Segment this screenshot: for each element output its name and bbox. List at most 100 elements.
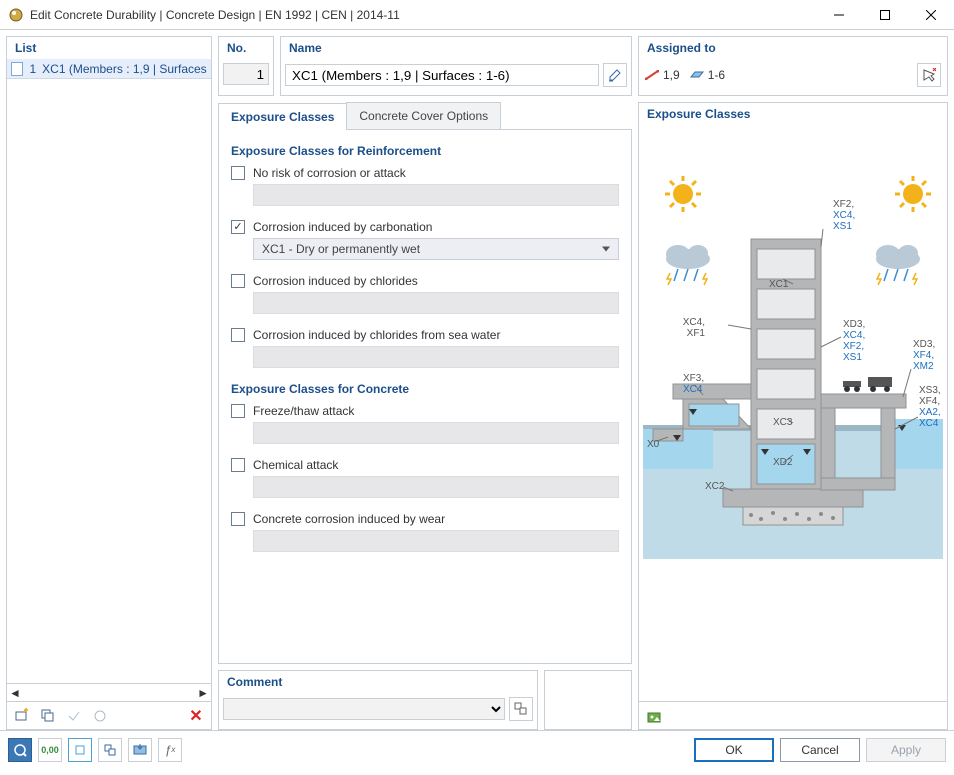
name-input[interactable] [285,64,599,86]
chk-wear[interactable] [231,512,245,526]
svg-text:XC1: XC1 [769,279,789,290]
btn-5[interactable] [128,738,152,762]
svg-text:XC4: XC4 [919,418,939,429]
name-panel: Name [280,36,632,96]
tab-exposure-classes[interactable]: Exposure Classes [218,103,347,130]
close-button[interactable] [908,0,954,30]
list-row-index: 1 [29,62,36,76]
exposure-classes-form: Exposure Classes for Reinforcement No ri… [218,130,632,664]
maximize-button[interactable] [862,0,908,30]
svg-text:XD3,: XD3, [913,339,935,350]
field-chlorides [253,292,619,314]
lbl-no-risk: No risk of corrosion or attack [253,166,406,180]
scroll-left-icon[interactable]: ◄ [9,686,21,700]
no-input[interactable] [223,63,269,85]
field-chlorides-sea [253,346,619,368]
svg-text:XM2: XM2 [913,361,934,372]
tab-concrete-cover-options[interactable]: Concrete Cover Options [346,102,501,129]
apply-button: Apply [866,738,946,762]
field-wear [253,530,619,552]
svg-text:XC4,: XC4, [843,330,865,341]
name-header: Name [281,37,631,59]
svg-text:XF3,: XF3, [683,373,704,384]
lbl-chemical: Chemical attack [253,458,338,472]
svg-text:XF4,: XF4, [913,350,934,361]
chk-chlorides[interactable] [231,274,245,288]
list-toolbar: ✕ [7,701,211,729]
svg-text:XD3,: XD3, [843,319,865,330]
svg-text:XS3,: XS3, [919,385,941,396]
svg-text:XA2,: XA2, [919,407,941,418]
assigned-members: 1,9 [645,68,680,82]
comment-select[interactable] [223,698,505,720]
chk-freeze[interactable] [231,404,245,418]
field-chemical [253,476,619,498]
dialog-bottom-bar: 0,00 ƒx OK Cancel Apply [0,730,954,768]
chk-chlorides-sea[interactable] [231,328,245,342]
chk-carbonation[interactable] [231,220,245,234]
svg-text:XC4,: XC4, [683,317,705,328]
svg-text:XC3: XC3 [773,417,793,428]
units-button[interactable]: 0,00 [38,738,62,762]
window-title: Edit Concrete Durability | Concrete Desi… [30,8,816,22]
cancel-button[interactable]: Cancel [780,738,860,762]
lbl-chlorides: Corrosion induced by chlorides [253,274,418,288]
svg-text:XC2: XC2 [705,481,725,492]
assigned-members-text: 1,9 [663,68,680,82]
svg-text:XF2,: XF2, [833,199,854,210]
delete-item-button[interactable]: ✕ [185,705,207,727]
assigned-header: Assigned to [639,37,947,59]
toolbar-btn-3[interactable] [63,705,85,727]
chk-chemical[interactable] [231,458,245,472]
btn-4[interactable] [98,738,122,762]
svg-text:XC4,: XC4, [833,210,855,221]
svg-text:XF2,: XF2, [843,341,864,352]
list-row[interactable]: 1 XC1 (Members : 1,9 | Surfaces : 1… [7,59,211,79]
lbl-carbonation: Corrosion induced by carbonation [253,220,432,234]
svg-text:X0: X0 [647,439,660,450]
minimize-button[interactable] [816,0,862,30]
select-in-view-button[interactable] [917,63,941,87]
new-item-button[interactable] [11,705,33,727]
svg-text:XC4: XC4 [683,384,703,395]
help-button[interactable] [8,738,32,762]
list-row-text: XC1 (Members : 1,9 | Surfaces : 1… [42,62,211,76]
list-area[interactable]: 1 XC1 (Members : 1,9 | Surfaces : 1… [7,59,211,683]
list-horizontal-scrollbar[interactable]: ◄ ► [7,683,211,701]
section-concrete: Exposure Classes for Concrete [231,382,619,396]
comment-header: Comment [219,671,537,693]
diagram-toolbar-button[interactable] [643,705,665,727]
assigned-to-panel: Assigned to 1,9 1-6 [638,36,948,96]
assigned-surfaces-text: 1-6 [708,68,725,82]
ok-button[interactable]: OK [694,738,774,762]
list-header: List [7,37,211,59]
titlebar: Edit Concrete Durability | Concrete Desi… [0,0,954,30]
btn-3[interactable] [68,738,92,762]
assigned-surfaces: 1-6 [690,68,725,82]
field-no-risk [253,184,619,206]
no-panel: No. [218,36,274,96]
svg-text:XD2: XD2 [773,457,793,468]
member-icon [645,70,659,80]
btn-6[interactable]: ƒx [158,738,182,762]
field-freeze [253,422,619,444]
copy-item-button[interactable] [37,705,59,727]
scroll-right-icon[interactable]: ► [197,686,209,700]
comment-library-button[interactable] [509,697,533,721]
surface-icon [690,70,704,80]
list-row-swatch [11,62,23,76]
exposure-diagram: XF2, XC4, XS1 XC1 XC4, XF1 XD3, XC4, XF2… [643,129,943,559]
svg-text:XS1: XS1 [843,352,862,363]
lbl-chlorides-sea: Corrosion induced by chlorides from sea … [253,328,500,342]
comment-panel: Comment [218,670,538,730]
toolbar-btn-4[interactable] [89,705,111,727]
svg-text:XS1: XS1 [833,221,852,232]
select-carbonation[interactable]: XC1 - Dry or permanently wet [253,238,619,260]
tab-bar: Exposure Classes Concrete Cover Options [218,102,632,130]
comment-side-slot [544,670,632,730]
app-icon [8,7,24,23]
section-reinforcement: Exposure Classes for Reinforcement [231,144,619,158]
chk-no-risk[interactable] [231,166,245,180]
edit-name-button[interactable] [603,63,627,87]
diagram-header: Exposure Classes [639,103,947,125]
